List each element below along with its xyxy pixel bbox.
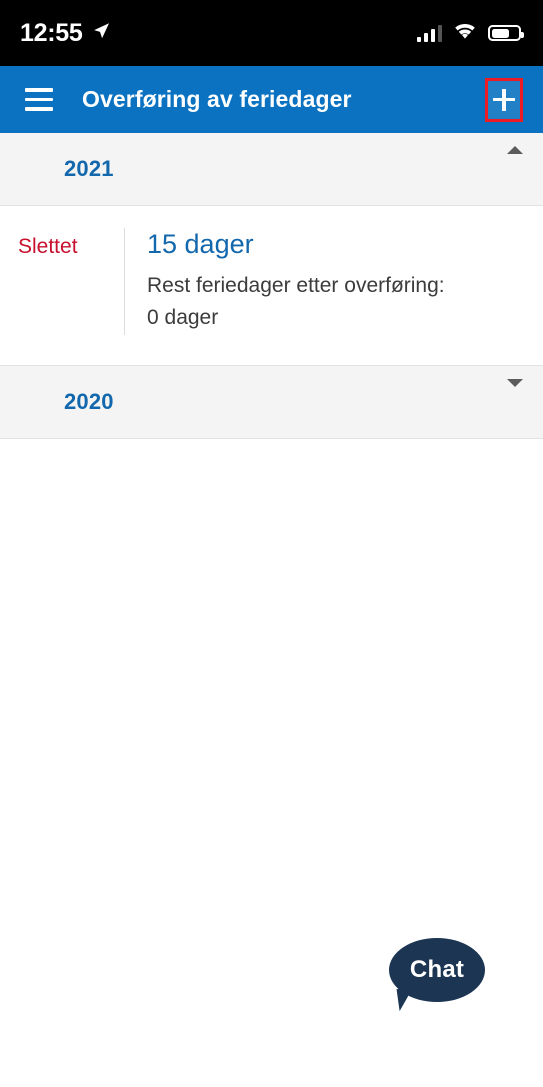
row-detail-column: 15 dager Rest feriedager etter overførin… [124, 228, 543, 335]
status-bar-clock: 12:55 [20, 18, 83, 47]
status-bar: 12:55 [0, 0, 543, 66]
chat-bubble-icon[interactable]: Chat [389, 938, 485, 1002]
section-year-label: 2020 [64, 388, 114, 414]
remaining-days-label: Rest feriedager etter overføring: [147, 273, 445, 297]
section-header-2020[interactable]: 2020 [0, 365, 543, 439]
transferred-days-value[interactable]: 15 dager [147, 228, 543, 262]
chevron-down-icon[interactable] [507, 378, 523, 387]
row-status-column: Slettet [0, 228, 124, 259]
app-screen: 12:55 Overføring av feriedager 2021 Slet… [0, 0, 543, 1087]
remaining-days-value: 0 dager [147, 306, 219, 330]
hamburger-menu-icon[interactable] [18, 79, 60, 121]
plus-icon-vertical [502, 88, 506, 111]
section-header-2021[interactable]: 2021 [0, 133, 543, 206]
chat-label: Chat [409, 955, 465, 983]
chat-widget[interactable]: Chat [389, 938, 485, 1013]
chevron-up-icon[interactable] [507, 146, 523, 154]
wifi-icon [453, 22, 477, 45]
add-button[interactable] [485, 77, 523, 122]
status-badge: Slettet [18, 235, 78, 258]
battery-icon [488, 25, 524, 41]
status-bar-left: 12:55 [20, 18, 111, 47]
status-bar-right [416, 22, 524, 45]
cellular-signal-icon [416, 24, 442, 42]
section-body-2021: Slettet 15 dager Rest feriedager etter o… [0, 206, 543, 366]
page-title: Overføring av feriedager [82, 86, 352, 112]
location-arrow-icon [91, 21, 111, 46]
app-bar: Overføring av feriedager [0, 66, 543, 133]
section-year-label: 2021 [64, 156, 114, 181]
